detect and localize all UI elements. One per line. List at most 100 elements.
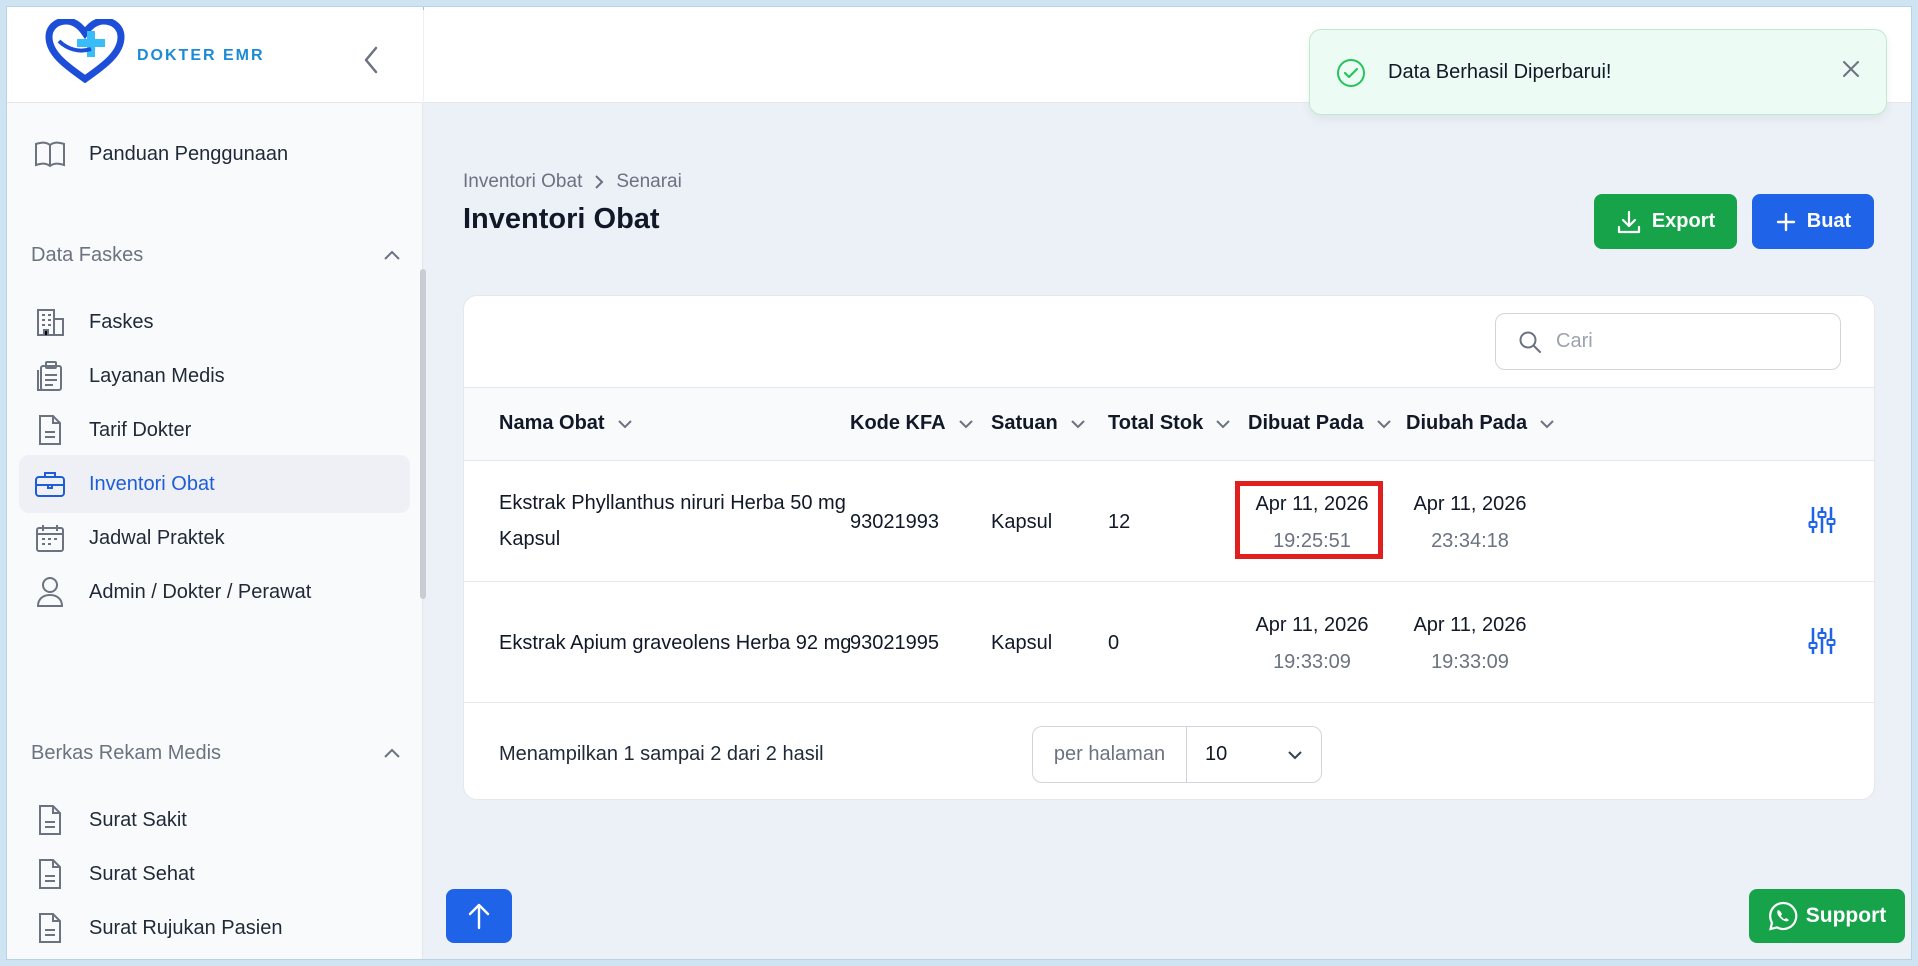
chevron-up-icon <box>384 250 400 260</box>
scroll-to-top-button[interactable] <box>446 889 512 943</box>
cell-dibuat-pada: Apr 11, 2026 19:33:09 <box>1232 614 1392 674</box>
sidebar-item-jadwal-praktek[interactable]: Jadwal Praktek <box>19 509 410 567</box>
sidebar-item-label: Surat Sehat <box>89 862 195 885</box>
sidebar-item-surat-sehat[interactable]: Surat Sehat <box>19 845 410 903</box>
table-header: Nama Obat Kode KFA Satuan Total Stok Dib… <box>464 387 1874 461</box>
sidebar-item-surat-rujukan[interactable]: Surat Rujukan Pasien <box>19 899 410 957</box>
time-text: 19:33:09 <box>1273 651 1351 673</box>
column-label: Nama Obat <box>499 412 605 434</box>
export-button[interactable]: Export <box>1594 194 1737 249</box>
chevron-down-icon <box>1216 419 1230 428</box>
document-icon <box>33 857 67 891</box>
column-label: Satuan <box>991 412 1058 434</box>
cell-diubah-pada: Apr 11, 2026 23:34:18 <box>1390 493 1550 553</box>
briefcase-icon <box>33 467 67 501</box>
cell-total-stok: 12 <box>1108 511 1131 533</box>
column-satuan[interactable]: Satuan <box>991 412 1086 435</box>
book-icon <box>33 137 67 171</box>
create-label: Buat <box>1806 210 1852 232</box>
support-button[interactable]: Support <box>1749 889 1905 943</box>
group-label: Data Faskes <box>31 243 144 266</box>
sidebar-item-label: Tarif Dokter <box>89 418 192 441</box>
column-label: Total Stok <box>1108 412 1204 434</box>
breadcrumb-inventori-obat[interactable]: Inventori Obat <box>463 171 582 193</box>
column-total-stok[interactable]: Total Stok <box>1108 412 1231 435</box>
breadcrumb-senarai: Senarai <box>616 171 682 192</box>
document-icon <box>33 911 67 945</box>
settings-sliders-icon[interactable] <box>1808 626 1836 656</box>
group-data-faskes[interactable]: Data Faskes <box>31 239 401 271</box>
per-page-control: per halaman 10 <box>1032 726 1322 783</box>
chevron-down-icon <box>1288 750 1302 759</box>
chevron-up-icon <box>384 748 400 758</box>
whatsapp-icon <box>1768 901 1798 931</box>
sidebar-item-tarif-dokter[interactable]: Tarif Dokter <box>19 401 410 459</box>
check-circle-icon <box>1337 59 1365 87</box>
column-dibuat-pada[interactable]: Dibuat Pada <box>1248 412 1392 435</box>
time-text: 19:25:51 <box>1273 530 1351 552</box>
logo-icon <box>45 19 125 83</box>
chevron-down-icon <box>1540 419 1554 428</box>
plus-icon <box>1776 212 1795 231</box>
sidebar-item-faskes[interactable]: Faskes <box>19 293 410 351</box>
sidebar-item-inventori-obat[interactable]: Inventori Obat <box>19 455 410 513</box>
chevron-right-icon <box>595 175 604 189</box>
table-row[interactable]: Ekstrak Phyllanthus niruri Herba 50 mg K… <box>464 461 1874 582</box>
cell-satuan: Kapsul <box>991 511 1053 533</box>
per-page-select[interactable]: 10 <box>1187 743 1321 766</box>
search-box[interactable] <box>1495 313 1841 370</box>
create-button[interactable]: Buat <box>1752 194 1874 249</box>
user-icon <box>33 575 67 609</box>
sidebar-item-label: Panduan Penggunaan <box>89 142 289 165</box>
column-nama-obat[interactable]: Nama Obat <box>499 412 633 435</box>
cell-satuan: Kapsul <box>991 632 1053 654</box>
column-diubah-pada[interactable]: Diubah Pada <box>1406 412 1555 435</box>
table-row[interactable]: Ekstrak Apium graveolens Herba 92 mg 930… <box>464 582 1874 703</box>
sidebar-item-label: Surat Rujukan Pasien <box>89 916 283 939</box>
calendar-icon <box>33 521 67 555</box>
brand-header: DOKTER EMR <box>7 7 423 103</box>
sidebar-item-panduan[interactable]: Panduan Penggunaan <box>19 125 410 183</box>
chevron-down-icon <box>1070 419 1085 428</box>
document-icon <box>33 803 67 837</box>
cell-diubah-pada: Apr 11, 2026 19:33:09 <box>1390 614 1550 674</box>
chevron-down-icon <box>617 419 632 428</box>
column-kode-kfa[interactable]: Kode KFA <box>850 412 974 435</box>
building-icon <box>33 305 67 339</box>
close-icon[interactable] <box>1840 58 1862 80</box>
cell-kode-kfa: 93021993 <box>850 511 939 533</box>
date-text: Apr 11, 2026 <box>1413 493 1527 515</box>
page-title: Inventori Obat <box>463 203 660 235</box>
cell-nama-obat: Ekstrak Apium graveolens Herba 92 mg <box>499 632 852 654</box>
column-label: Dibuat Pada <box>1248 412 1364 434</box>
date-text: Apr 11, 2026 <box>1255 614 1369 636</box>
sidebar-item-label: Jadwal Praktek <box>89 526 225 549</box>
sidebar-item-layanan-medis[interactable]: Layanan Medis <box>19 347 410 405</box>
date-text: Apr 11, 2026 <box>1255 493 1369 515</box>
pagination-summary: Menampilkan 1 sampai 2 dari 2 hasil <box>499 743 824 765</box>
arrow-up-icon <box>468 903 490 930</box>
app-window: DOKTER EMR Panduan Penggunaan Data Faske… <box>6 6 1912 960</box>
document-icon <box>33 413 67 447</box>
group-berkas-rekam-medis[interactable]: Berkas Rekam Medis <box>31 737 401 769</box>
inventory-table-card: Nama Obat Kode KFA Satuan Total Stok Dib… <box>463 295 1875 800</box>
success-toast: Data Berhasil Diperbarui! <box>1309 29 1887 115</box>
per-page-label: per halaman <box>1033 727 1187 782</box>
download-icon <box>1617 210 1640 233</box>
clipboard-icon <box>33 359 67 393</box>
sidebar-item-surat-sakit[interactable]: Surat Sakit <box>19 791 410 849</box>
export-label: Export <box>1651 210 1716 232</box>
sidebar-scrollbar[interactable] <box>420 269 426 599</box>
sidebar-item-label: Faskes <box>89 310 154 333</box>
chevron-down-icon <box>1376 419 1391 428</box>
sidebar-item-label: Admin / Dokter / Perawat <box>89 580 312 603</box>
collapse-sidebar-button[interactable] <box>359 45 383 75</box>
column-label: Kode KFA <box>850 412 946 434</box>
search-input[interactable] <box>1556 330 1806 353</box>
sidebar-item-admin[interactable]: Admin / Dokter / Perawat <box>19 563 410 621</box>
sidebar-item-label: Surat Sakit <box>89 808 187 831</box>
brand-name: DOKTER EMR <box>137 47 265 64</box>
search-icon <box>1519 331 1541 353</box>
settings-sliders-icon[interactable] <box>1808 505 1836 535</box>
cell-dibuat-pada: Apr 11, 2026 19:25:51 <box>1232 493 1392 553</box>
